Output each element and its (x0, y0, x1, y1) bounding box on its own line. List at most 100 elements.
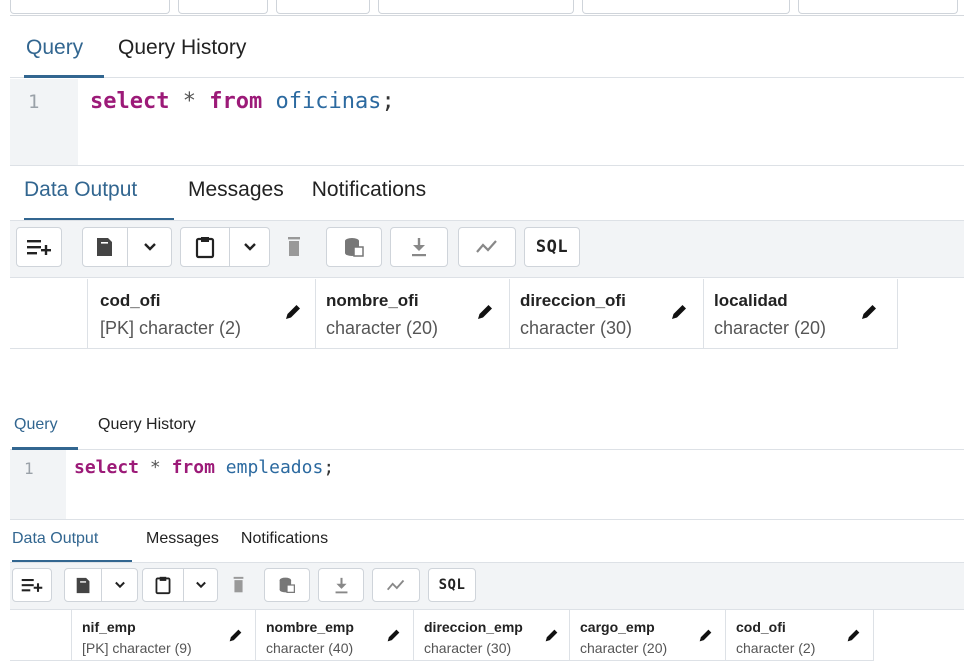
result-grid-header: cod_ofi [PK] character (2) nombre_ofi ch… (10, 279, 964, 349)
edit-pencil-icon[interactable] (670, 303, 688, 321)
sql-code-line[interactable]: select * from oficinas; (90, 89, 395, 114)
column-header[interactable]: nif_emp [PK] character (9) (72, 610, 256, 661)
edit-pencil-icon[interactable] (860, 303, 878, 321)
column-name: direccion_emp (424, 619, 523, 635)
edit-pencil-icon[interactable] (228, 628, 243, 643)
paste-options-dropdown[interactable] (184, 568, 218, 602)
column-type: character (20) (326, 318, 439, 338)
tab-query[interactable]: Query (12, 410, 78, 450)
tab-messages[interactable]: Messages (188, 166, 284, 220)
paste-button[interactable] (142, 568, 184, 602)
column-type: character (30) (424, 640, 512, 656)
column-header[interactable]: nombre_ofi character (20) (316, 279, 510, 349)
edit-pencil-icon[interactable] (698, 628, 713, 643)
chevron-down-icon (243, 243, 256, 251)
edit-pencil-icon[interactable] (386, 628, 401, 643)
column-header[interactable]: cargo_emp character (20) (570, 610, 726, 661)
column-header[interactable]: nombre_emp character (40) (256, 610, 414, 661)
copy-icon (97, 238, 112, 256)
sql-button[interactable]: SQL (524, 227, 580, 267)
copy-button[interactable] (64, 568, 102, 602)
add-row-button[interactable] (12, 568, 52, 602)
paste-options-dropdown[interactable] (230, 227, 270, 267)
copy-options-dropdown[interactable] (128, 227, 172, 267)
tab-query-history[interactable]: Query History (98, 410, 196, 449)
edit-pencil-icon[interactable] (846, 628, 861, 643)
sql-button[interactable]: SQL (428, 568, 476, 602)
column-name: cod_ofi (100, 291, 161, 310)
tab-notifications[interactable]: Notifications (312, 166, 426, 220)
paste-icon (195, 237, 215, 259)
sql-star: * (149, 457, 161, 478)
grid-corner (10, 279, 88, 349)
result-grid-header: nif_emp [PK] character (9) nombre_emp ch… (10, 610, 964, 661)
graph-icon (386, 579, 405, 590)
delete-icon (233, 576, 243, 593)
sql-editor[interactable]: 1 select * from empleados; (10, 450, 964, 520)
sql-semicolon: ; (323, 457, 335, 478)
copy-button[interactable] (82, 227, 128, 267)
delete-button[interactable] (220, 568, 256, 602)
column-type: character (40) (266, 640, 354, 656)
query-tabs: Query Query History (10, 28, 964, 78)
sql-keyword: select (74, 457, 140, 478)
edit-pencil-icon[interactable] (544, 628, 559, 643)
sql-keyword: from (171, 457, 215, 478)
graph-visualiser-button[interactable] (458, 227, 516, 267)
column-type: character (30) (520, 318, 633, 338)
paste-button[interactable] (180, 227, 230, 267)
tab-query[interactable]: Query (24, 28, 104, 78)
data-output-toolbar: SQL (10, 220, 964, 278)
column-header[interactable]: localidad character (20) (704, 279, 898, 349)
edit-pencil-icon[interactable] (284, 303, 302, 321)
sql-table-name: empleados (225, 457, 324, 478)
save-data-icon (279, 577, 295, 593)
graph-visualiser-button[interactable] (372, 568, 420, 602)
sql-editor[interactable]: 1 select * from oficinas; (10, 79, 964, 166)
column-header[interactable]: direccion_emp character (30) (414, 610, 570, 661)
add-row-icon (27, 240, 51, 255)
sql-icon: SQL (438, 577, 466, 593)
output-tabs: Data Output Messages Notifications (10, 166, 964, 221)
download-button[interactable] (318, 568, 364, 602)
line-gutter (10, 79, 78, 165)
delete-button[interactable] (272, 227, 316, 267)
save-data-button[interactable] (264, 568, 310, 602)
tab-data-output[interactable]: Data Output (24, 166, 174, 221)
sql-table-name: oficinas (275, 89, 382, 114)
column-type: character (2) (736, 640, 816, 656)
query-tabs: Query Query History (10, 410, 964, 450)
save-data-button[interactable] (326, 227, 382, 267)
line-gutter (10, 450, 66, 519)
column-header[interactable]: cod_ofi [PK] character (2) (88, 279, 316, 349)
top-toolbar-strip (10, 0, 964, 16)
add-row-icon (21, 579, 43, 592)
download-button[interactable] (390, 227, 448, 267)
column-header[interactable]: direccion_ofi character (30) (510, 279, 704, 349)
column-type: character (20) (580, 640, 668, 656)
chevron-down-icon (114, 581, 125, 589)
sql-semicolon: ; (381, 89, 395, 114)
column-name: nif_emp (82, 619, 136, 635)
column-name: cod_ofi (736, 619, 786, 635)
tab-messages[interactable]: Messages (146, 520, 219, 562)
output-tabs: Data Output Messages Notifications (10, 520, 964, 563)
tab-notifications[interactable]: Notifications (241, 520, 328, 562)
line-number: 1 (24, 459, 34, 478)
add-row-button[interactable] (16, 227, 62, 267)
sql-code-line[interactable]: select * from empleados; (74, 457, 334, 478)
edit-pencil-icon[interactable] (476, 303, 494, 321)
tab-data-output[interactable]: Data Output (12, 520, 132, 563)
tab-query-history[interactable]: Query History (118, 28, 246, 77)
column-name: nombre_ofi (326, 291, 419, 310)
column-type: character (20) (714, 318, 827, 338)
save-data-icon (345, 238, 364, 257)
column-header[interactable]: cod_ofi character (2) (726, 610, 874, 661)
paste-icon (155, 576, 171, 595)
line-number: 1 (28, 91, 40, 113)
copy-options-dropdown[interactable] (102, 568, 138, 602)
column-name: cargo_emp (580, 619, 655, 635)
grid-corner (10, 610, 72, 661)
chevron-down-icon (143, 243, 156, 251)
query-panel-empleados: Query Query History 1 select * from empl… (0, 400, 964, 661)
